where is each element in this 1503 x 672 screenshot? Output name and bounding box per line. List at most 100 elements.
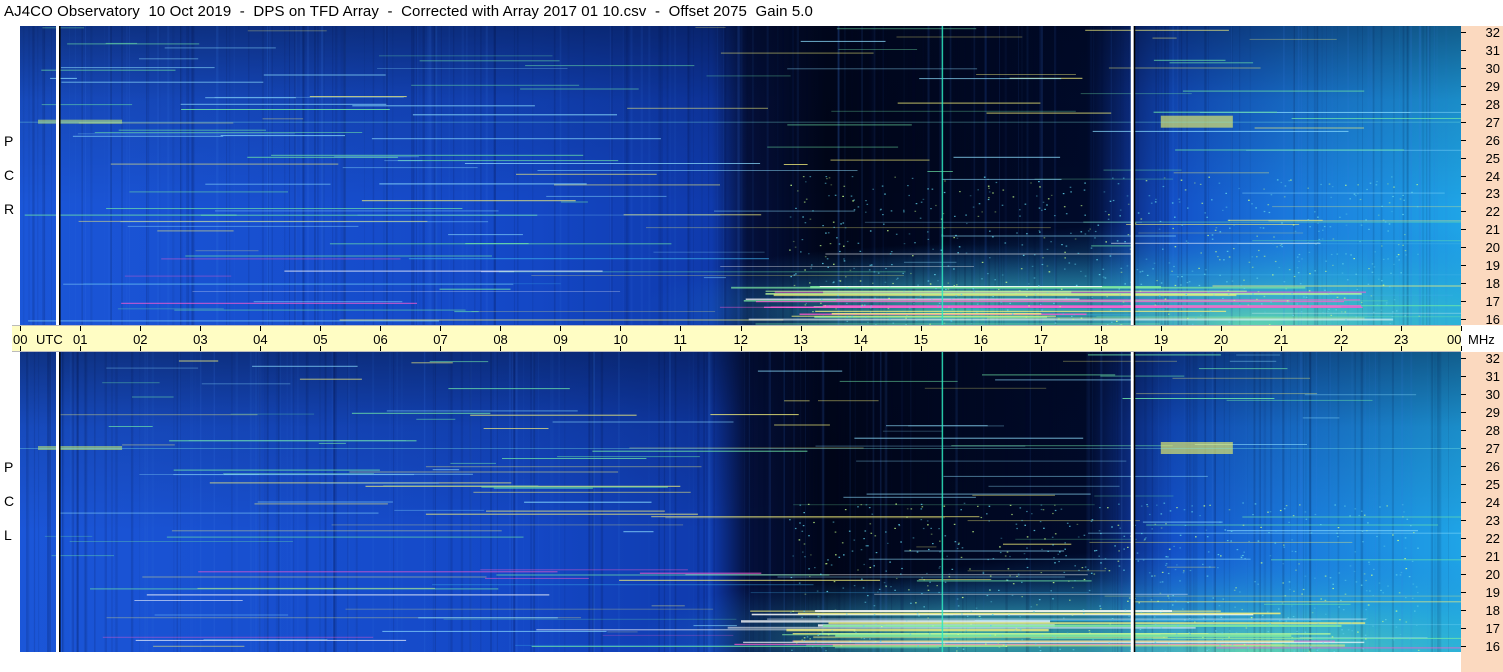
lcp-speckle xyxy=(1295,569,1297,571)
rcp-speckle xyxy=(894,176,896,178)
rcp-speckle xyxy=(1382,219,1385,221)
lcp-speckle xyxy=(834,531,837,533)
rcp-speckle xyxy=(947,265,950,267)
lcp-speckle xyxy=(1363,573,1366,575)
rcp-speckle xyxy=(1280,243,1283,245)
lcp-speckle xyxy=(1059,648,1061,650)
rcp-speckle xyxy=(1402,213,1404,216)
rcp-interference-line xyxy=(838,49,918,50)
rcp-storm-band xyxy=(836,299,1361,301)
rcp-speckle xyxy=(842,222,845,224)
rcp-speckle xyxy=(849,269,852,271)
lcp-speckle xyxy=(1182,572,1185,574)
lcp-speckle xyxy=(841,542,844,544)
lcp-speckle xyxy=(1175,637,1178,639)
rcp-texture-streak xyxy=(861,26,863,325)
rcp-speckle xyxy=(1120,267,1123,269)
rcp-speckle xyxy=(1399,198,1402,200)
lcp-speckle xyxy=(1343,530,1345,532)
lcp-speckle xyxy=(1174,569,1177,571)
lcp-speckle xyxy=(820,573,822,575)
rcp-interference-line xyxy=(783,164,808,165)
rcp-texture-streak xyxy=(844,26,846,325)
rcp-speckle xyxy=(1357,184,1359,186)
lcp-texture-streak xyxy=(71,352,73,652)
rcp-storm-band xyxy=(764,306,1363,308)
lcp-speckle xyxy=(1139,628,1142,631)
rcp-speckle xyxy=(937,305,939,307)
lcp-speckle xyxy=(1365,609,1367,611)
lcp-speckle xyxy=(1065,555,1067,557)
lcp-speckle xyxy=(869,566,872,569)
rcp-texture-streak xyxy=(516,26,519,325)
rcp-speckle xyxy=(1036,195,1038,197)
lcp-speckle xyxy=(879,640,882,642)
lcp-speckle xyxy=(956,598,959,600)
rcp-speckle xyxy=(927,188,929,190)
rcp-interference-line xyxy=(164,47,276,49)
rcp-speckle xyxy=(859,250,862,252)
rcp-speckle xyxy=(1199,183,1202,185)
lcp-texture-streak xyxy=(76,352,79,652)
rcp-texture-streak xyxy=(226,26,228,325)
rcp-speckle xyxy=(937,280,939,282)
rcp-speckle xyxy=(1227,293,1230,295)
rcp-speckle xyxy=(1256,298,1258,300)
lcp-speckle xyxy=(1252,514,1254,516)
lcp-interference-line xyxy=(201,383,291,385)
rcp-interference-line xyxy=(1080,93,1192,95)
lcp-speckle xyxy=(1327,642,1329,644)
lcp-speckle xyxy=(792,555,794,557)
lcp-speckle xyxy=(1392,534,1394,536)
lcp-speckle xyxy=(1052,582,1055,584)
lcp-speckle xyxy=(932,625,934,627)
rcp-speckle xyxy=(1411,191,1413,193)
rcp-texture-streak xyxy=(1326,26,1327,325)
rcp-speckle xyxy=(1387,230,1389,232)
lcp-speckle xyxy=(803,637,806,639)
rcp-speckle xyxy=(1104,277,1107,279)
rcp-speckle xyxy=(1038,285,1040,287)
lcp-interference-line xyxy=(320,482,439,484)
lcp-speckle xyxy=(1093,573,1096,575)
rcp-speckle xyxy=(1243,287,1246,289)
rcp-texture-streak xyxy=(1426,26,1428,325)
rcp-speckle xyxy=(1368,228,1370,230)
lcp-interference-line xyxy=(1122,398,1275,399)
lcp-texture-streak xyxy=(713,352,715,652)
rcp-speckle xyxy=(810,267,812,269)
lcp-interference-line xyxy=(171,530,502,532)
rcp-speckle xyxy=(1345,184,1347,186)
lcp-speckle xyxy=(1165,564,1167,566)
rcp-texture-streak xyxy=(126,26,128,325)
lcp-texture-streak xyxy=(1368,352,1370,652)
lcp-marker-black-1 xyxy=(59,352,61,652)
rcp-texture-streak xyxy=(1231,26,1232,325)
lcp-speckle xyxy=(992,558,995,560)
lcp-interference-line xyxy=(473,491,691,493)
rcp-speckle xyxy=(790,276,792,278)
rcp-speckle xyxy=(1298,253,1301,256)
rcp-speckle xyxy=(1329,226,1332,228)
lcp-speckle xyxy=(802,551,804,553)
rcp-speckle xyxy=(1061,244,1063,246)
lcp-texture-streak xyxy=(401,352,403,652)
rcp-interference-line xyxy=(695,26,726,28)
rcp-speckle xyxy=(1307,187,1309,189)
lcp-speckle xyxy=(1004,555,1007,557)
lcp-interference-line xyxy=(818,400,879,402)
rcp-speckle xyxy=(1377,214,1380,216)
rcp-speckle xyxy=(943,191,946,194)
rcp-freq-tick-mark xyxy=(1461,265,1466,267)
lcp-texture-streak xyxy=(1049,352,1051,652)
lcp-speckle xyxy=(957,633,959,635)
rcp-speckle xyxy=(1381,205,1383,207)
lcp-speckle xyxy=(1310,532,1313,534)
lcp-speckle xyxy=(999,546,1001,548)
rcp-freq-tick-mark xyxy=(1461,319,1466,320)
rcp-speckle xyxy=(846,320,849,322)
rcp-speckle xyxy=(1308,290,1311,292)
lcp-speckle xyxy=(867,595,869,597)
lcp-interference-line xyxy=(1142,521,1223,523)
rcp-speckle xyxy=(1296,267,1299,269)
